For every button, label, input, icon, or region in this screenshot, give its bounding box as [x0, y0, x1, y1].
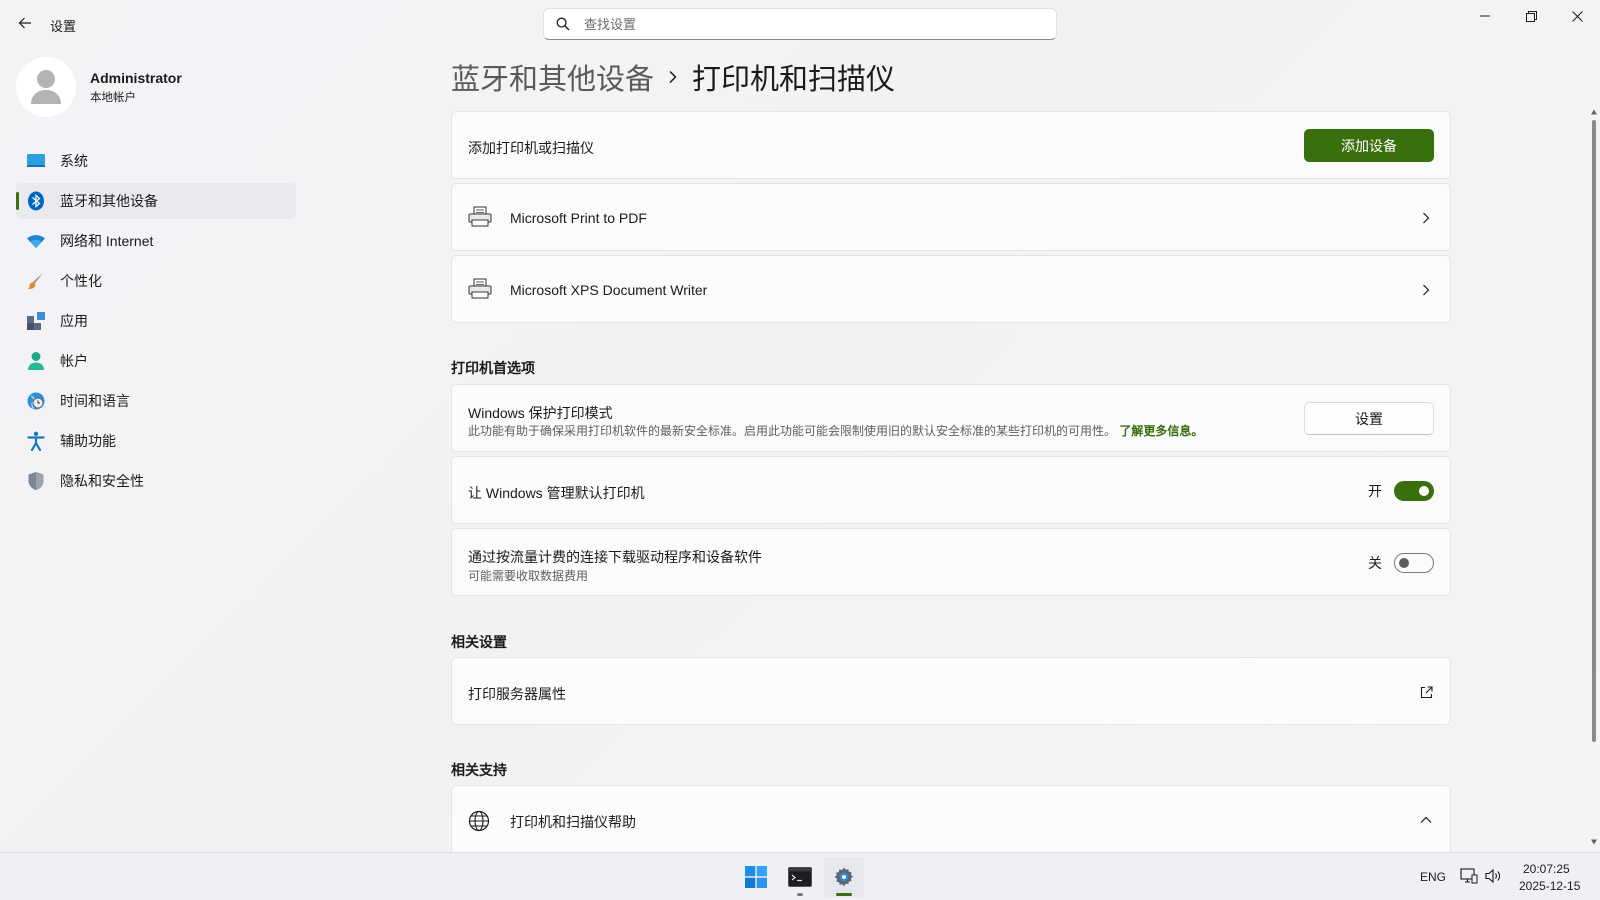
- active-indicator: [836, 893, 852, 896]
- title-bar: 设置: [0, 0, 1600, 48]
- brush-icon: [26, 271, 46, 291]
- metered-download-card: 通过按流量计费的连接下载驱动程序和设备软件 可能需要收取数据费用 关: [451, 528, 1451, 596]
- terminal-icon: [788, 867, 812, 887]
- minimize-button[interactable]: [1462, 0, 1508, 32]
- toggle-knob: [1419, 486, 1429, 496]
- external-link-icon: [1418, 684, 1434, 700]
- add-printer-label: 添加打印机或扫描仪: [468, 140, 594, 156]
- page-title: 打印机和扫描仪: [692, 64, 896, 96]
- chevron-right-icon: [668, 70, 678, 84]
- sidebar-item-accounts[interactable]: 帐户: [16, 343, 296, 379]
- apps-icon: [26, 311, 46, 331]
- learn-more-link[interactable]: 了解更多信息。: [1119, 424, 1203, 438]
- language-indicator[interactable]: ENG: [1420, 870, 1446, 884]
- printer-icon: [468, 278, 492, 300]
- add-printer-card: 添加打印机或扫描仪 添加设备: [451, 111, 1451, 179]
- sidebar-item-time-language[interactable]: 时间和语言: [16, 383, 296, 419]
- breadcrumb-parent[interactable]: 蓝牙和其他设备: [451, 56, 654, 98]
- default-printer-toggle[interactable]: [1394, 481, 1434, 501]
- restore-icon: [1525, 10, 1537, 22]
- toggle-state-label: 关: [1368, 555, 1382, 571]
- default-printer-title: 让 Windows 管理默认打印机: [468, 485, 645, 501]
- sidebar-item-privacy[interactable]: 隐私和安全性: [16, 463, 296, 499]
- terminal-taskbar-button[interactable]: [780, 857, 820, 897]
- network-icon[interactable]: [1460, 867, 1478, 888]
- sidebar-item-system[interactable]: 系统: [16, 143, 296, 179]
- metered-download-toggle[interactable]: [1394, 553, 1434, 573]
- metered-download-subtitle: 可能需要收取数据费用: [468, 569, 589, 583]
- add-device-button[interactable]: 添加设备: [1304, 129, 1434, 162]
- printer-name: Microsoft Print to PDF: [510, 210, 647, 226]
- section-heading-related-settings: 相关设置: [451, 634, 507, 650]
- back-button[interactable]: [10, 8, 40, 38]
- print-server-properties-label: 打印服务器属性: [468, 686, 566, 702]
- avatar: [16, 57, 76, 117]
- protected-print-mode-card: Windows 保护打印模式 此功能有助于确保采用打印机软件的最新安全标准。启用…: [451, 384, 1451, 452]
- sidebar-item-bluetooth[interactable]: 蓝牙和其他设备: [16, 183, 296, 219]
- account-type: 本地帐户: [90, 91, 136, 104]
- clock-time[interactable]: 20:07:25: [1523, 862, 1570, 876]
- protected-mode-settings-button[interactable]: 设置: [1304, 402, 1434, 435]
- clock-date[interactable]: 2025-12-15: [1519, 879, 1580, 893]
- close-icon: [1571, 10, 1583, 22]
- metered-download-title: 通过按流量计费的连接下载驱动程序和设备软件: [468, 549, 762, 565]
- breadcrumb: 蓝牙和其他设备 打印机和扫描仪: [451, 56, 895, 98]
- chevron-up-icon[interactable]: [1418, 812, 1434, 828]
- gear-icon: [834, 867, 854, 887]
- printer-icon: [468, 206, 492, 228]
- toggle-knob: [1399, 558, 1409, 568]
- scroll-up-arrow-icon[interactable]: [1590, 108, 1598, 116]
- search-box[interactable]: [543, 8, 1057, 40]
- account-icon: [26, 351, 46, 371]
- app-title: 设置: [50, 19, 77, 34]
- user-avatar-icon: [31, 70, 61, 104]
- printer-row[interactable]: Microsoft XPS Document Writer: [451, 255, 1451, 323]
- taskbar: ENG 20:07:25 2025-12-15: [0, 852, 1600, 900]
- sidebar-item-network[interactable]: 网络和 Internet: [16, 223, 296, 259]
- protected-mode-title: Windows 保护打印模式: [468, 405, 613, 421]
- restore-button[interactable]: [1508, 0, 1554, 32]
- scrollbar[interactable]: [1588, 108, 1600, 848]
- printer-name: Microsoft XPS Document Writer: [510, 282, 708, 298]
- printer-help-label: 打印机和扫描仪帮助: [510, 814, 636, 830]
- minimize-icon: [1480, 15, 1490, 17]
- bluetooth-icon: [26, 191, 46, 211]
- printer-help-row[interactable]: 打印机和扫描仪帮助: [451, 785, 1451, 855]
- start-button[interactable]: [736, 857, 776, 897]
- volume-icon[interactable]: [1484, 867, 1502, 888]
- scroll-down-arrow-icon[interactable]: [1590, 838, 1598, 846]
- default-printer-toggle-group: 开: [1368, 481, 1434, 501]
- toggle-state-label: 开: [1368, 483, 1382, 499]
- system-icon: [26, 151, 46, 171]
- section-heading-printer-preferences: 打印机首选项: [451, 360, 535, 376]
- search-input[interactable]: [584, 16, 1024, 32]
- settings-taskbar-button[interactable]: [824, 857, 864, 897]
- metered-toggle-group: 关: [1368, 553, 1434, 573]
- shield-icon: [26, 471, 46, 491]
- globe-icon: [468, 810, 492, 832]
- running-indicator: [797, 893, 803, 896]
- sidebar-nav: 系统 蓝牙和其他设备 网络和 Internet 个性化 应用 帐户 时间和语言 …: [16, 143, 296, 503]
- time-language-icon: [26, 391, 46, 411]
- user-name: Administrator: [90, 69, 182, 86]
- chevron-right-icon: [1418, 282, 1434, 298]
- chevron-right-icon: [1418, 210, 1434, 226]
- search-icon: [556, 16, 572, 32]
- printer-row[interactable]: Microsoft Print to PDF: [451, 183, 1451, 251]
- default-printer-card: 让 Windows 管理默认打印机 开: [451, 456, 1451, 524]
- sidebar-item-personalization[interactable]: 个性化: [16, 263, 296, 299]
- accessibility-icon: [26, 431, 46, 451]
- back-arrow-icon: [18, 17, 31, 29]
- wifi-icon: [26, 231, 46, 251]
- user-profile[interactable]: Administrator 本地帐户: [16, 57, 182, 117]
- sidebar-item-apps[interactable]: 应用: [16, 303, 296, 339]
- sidebar-item-accessibility[interactable]: 辅助功能: [16, 423, 296, 459]
- print-server-properties-row[interactable]: 打印服务器属性: [451, 657, 1451, 725]
- section-heading-related-support: 相关支持: [451, 762, 507, 778]
- protected-mode-description: 此功能有助于确保采用打印机软件的最新安全标准。启用此功能可能会限制使用旧的默认安…: [468, 424, 1204, 438]
- scroll-thumb[interactable]: [1592, 120, 1596, 742]
- close-button[interactable]: [1554, 0, 1600, 32]
- windows-logo-icon: [745, 866, 767, 888]
